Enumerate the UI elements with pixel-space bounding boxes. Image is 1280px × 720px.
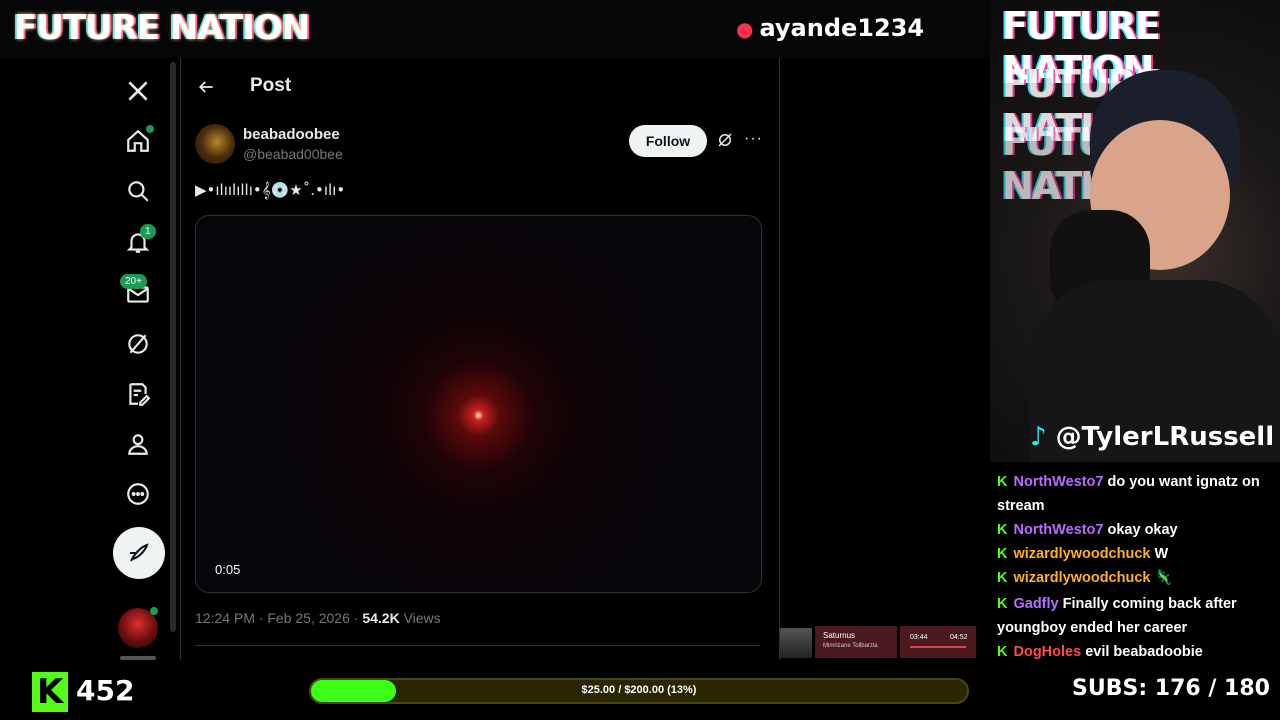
feather-quill-icon (130, 543, 149, 562)
chat-text: 🦎 (1154, 570, 1173, 586)
chat-username[interactable]: NorthWesto7 (1013, 522, 1103, 538)
music-progress (910, 646, 966, 648)
kick-badge-icon: K (997, 546, 1008, 562)
post-video[interactable] (195, 215, 762, 593)
tiktok-handle: ♪ @TylerLRussell (1030, 422, 1274, 452)
home-dot-indicator (146, 125, 154, 133)
chat-username[interactable]: NorthWesto7 (1013, 474, 1103, 490)
video-timestamp: 0:05 (215, 562, 241, 577)
x-sidebar-nav: 1 20+ (0, 58, 176, 660)
chat-message: K NorthWesto7 okay okay (997, 518, 1277, 542)
viewer-count: 452 (76, 674, 135, 707)
music-duration: 04:52 (950, 634, 968, 641)
subs-counter: SUBS: 176 / 180 (1072, 676, 1270, 701)
top-handle: ● ayande1234 (736, 14, 924, 42)
more-circle-icon[interactable] (118, 474, 158, 514)
chat-text: evil beabadoobie (1085, 644, 1203, 660)
home-icon[interactable] (118, 121, 158, 161)
kick-badge-icon: K (997, 570, 1008, 586)
messages-badge: 20+ (120, 274, 147, 289)
chat-text: W (1154, 546, 1169, 562)
notifications-badge: 1 (140, 224, 156, 239)
album-art (780, 628, 812, 658)
chat-text: okay okay (1107, 522, 1178, 538)
messages-envelope-icon[interactable]: 20+ (118, 274, 158, 314)
chat-message: K DogHoles evil beabadoobie (997, 640, 1277, 664)
post-timestamp: 12:24 PM · Feb 25, 2026 · (195, 610, 363, 626)
chat-username[interactable]: wizardlywoodchuck (1013, 570, 1150, 586)
post-divider (195, 645, 760, 646)
account-avatar[interactable] (118, 607, 158, 648)
chat-username[interactable]: wizardlywoodchuck (1013, 546, 1150, 562)
kick-logo-icon: K (32, 672, 68, 712)
back-arrow-icon[interactable] (196, 77, 216, 97)
chat-message: K NorthWesto7 do you want ignatz on strea… (997, 470, 1277, 518)
scrollbar[interactable] (170, 62, 176, 632)
goal-progress-label: $25.00 / $200.00 (13%) (581, 684, 697, 696)
kick-badge-icon: K (997, 644, 1008, 660)
chat-username[interactable]: Gadfly (1013, 596, 1058, 612)
post-text: ▶•ılıılıllı•𝄞💿★˚.•ılı• (195, 181, 346, 199)
profile-person-icon[interactable] (118, 424, 158, 464)
views-label: Views (399, 610, 441, 626)
post-meta: 12:24 PM · Feb 25, 2026 · 54.2K Views (195, 610, 441, 626)
views-count: 54.2K (362, 610, 400, 626)
top-handle-text: ayande1234 (759, 14, 925, 42)
grok-explain-icon[interactable] (716, 131, 736, 151)
kick-badge-icon: K (997, 522, 1008, 538)
compose-post-button[interactable] (113, 527, 165, 579)
search-icon[interactable] (118, 171, 158, 211)
author-name[interactable]: beabadoobee (243, 126, 340, 143)
more-options-icon[interactable]: ··· (744, 130, 763, 148)
nav-scroll-indicator (120, 656, 156, 660)
chat-message: Kwizardlywoodchuck W (997, 542, 1277, 566)
x-logo-icon[interactable] (118, 71, 158, 111)
grok-icon[interactable] (118, 324, 158, 364)
tiktok-icon: ♪ (1030, 422, 1047, 452)
chat-message: K Gadfly Finally coming back after youngb… (997, 592, 1277, 640)
music-time-box: 03:44 04:52 (900, 626, 976, 658)
notifications-bell-icon[interactable]: 1 (118, 222, 158, 262)
account-online-dot (150, 607, 158, 615)
page-title: Post (250, 75, 292, 96)
stream-brand-title: FUTURE NATION (14, 8, 310, 48)
author-avatar[interactable] (195, 124, 235, 164)
tiktok-handle-text: @TylerLRussell (1055, 422, 1275, 452)
music-artist: Mimrizane Tollbarzia (823, 643, 878, 649)
music-track: Saturnus (823, 631, 856, 640)
premium-edit-icon[interactable] (118, 374, 158, 414)
music-track-box: Saturnus Mimrizane Tollbarzia (815, 626, 897, 658)
webcam-overlay: FUTURE NATION FUTURE NATION FUTURE NATIO… (990, 0, 1280, 462)
music-elapsed: 03:44 (910, 634, 928, 641)
location-pin-icon: ● (736, 17, 754, 41)
kick-badge-icon: K (997, 596, 1008, 612)
chat-username[interactable]: DogHoles (1013, 644, 1081, 660)
chat-message: Kwizardlywoodchuck 🦎 (997, 566, 1277, 590)
author-handle[interactable]: @beabad00bee (243, 146, 343, 162)
kick-badge-icon: K (997, 474, 1008, 490)
follow-button[interactable]: Follow (629, 125, 707, 157)
